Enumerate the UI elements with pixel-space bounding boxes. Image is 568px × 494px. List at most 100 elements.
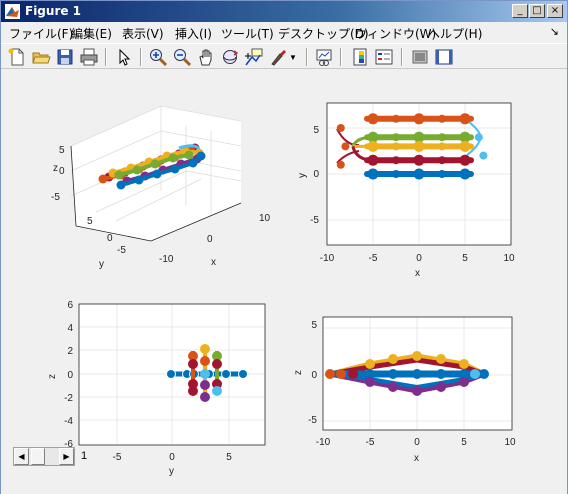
menu-edit[interactable]: 編集(E): [71, 25, 112, 42]
menu-file[interactable]: ファイル(F): [9, 25, 73, 42]
tick-x4-0: 0: [414, 437, 420, 448]
menu-window[interactable]: ウィンドウ(W): [355, 25, 436, 42]
axis-label-z4: z: [293, 370, 304, 375]
data-point: [188, 359, 198, 369]
data-cursor-icon[interactable]: [244, 47, 264, 67]
data-point: [168, 153, 178, 163]
data-point: [212, 359, 222, 369]
subplot-bottom-right[interactable]: 5 0 -5 -10 -5 0 5 10 x z: [293, 316, 516, 464]
data-point: [367, 154, 379, 166]
tick-x4-neg10: -10: [316, 437, 331, 448]
slider-thumb[interactable]: [31, 448, 45, 465]
tick-x3d-mid: 0: [207, 234, 213, 245]
data-point: [412, 386, 422, 396]
data-point: [438, 142, 446, 151]
close-button[interactable]: ×: [547, 4, 563, 18]
tick-x-neg5: -5: [369, 253, 378, 264]
zoom-in-icon[interactable]: [148, 47, 168, 67]
data-point: [479, 369, 489, 379]
tick-z-2: 2: [67, 346, 73, 357]
data-point: [325, 369, 335, 379]
axis-label-y-b: y: [169, 466, 174, 477]
tick-x-neg10: -10: [320, 253, 335, 264]
tick-z3d-mid: 0: [59, 166, 65, 177]
data-point: [341, 142, 350, 151]
data-point: [150, 159, 160, 169]
axis-label-x4: x: [414, 453, 419, 464]
slider-left-arrow[interactable]: ◀: [14, 448, 29, 465]
pan-hand-icon[interactable]: [196, 47, 216, 67]
save-icon[interactable]: [55, 47, 75, 67]
menu-help[interactable]: ヘルプ(H): [428, 25, 482, 42]
data-point: [184, 150, 194, 160]
toolbar-separator: [401, 48, 403, 66]
tick-z3d-top: 5: [59, 145, 65, 156]
tick-y-5-b: 5: [226, 452, 232, 463]
tick-z-neg2: -2: [64, 393, 73, 404]
data-point: [459, 131, 471, 143]
menu-bar: ファイル(F) 編集(E) 表示(V) 挿入(I) ツール(T) デスクトップ(…: [1, 22, 567, 42]
zoom-out-icon[interactable]: [172, 47, 192, 67]
data-point: [114, 170, 124, 180]
menu-tools[interactable]: ツール(T): [221, 25, 274, 42]
link-plot-icon[interactable]: [314, 47, 334, 67]
data-point: [116, 180, 126, 190]
data-point: [336, 369, 346, 379]
window-title: Figure 1: [25, 4, 82, 18]
print-icon[interactable]: [79, 47, 99, 67]
data-point: [367, 113, 379, 125]
data-point: [438, 133, 446, 142]
data-point: [388, 382, 398, 392]
data-point: [436, 382, 446, 392]
legend-icon[interactable]: [374, 47, 394, 67]
data-point: [474, 133, 483, 142]
subplot-bottom-left[interactable]: 6 4 2 0 -2 -4 -6 -5 0 5 y z: [47, 300, 266, 477]
data-point: [459, 140, 471, 152]
data-point: [459, 113, 471, 125]
data-point: [200, 380, 210, 390]
data-point: [413, 168, 425, 180]
data-point: [438, 114, 446, 123]
brush-dropdown-icon[interactable]: ▼: [289, 53, 297, 62]
data-point: [367, 131, 379, 143]
axis-label-z3d: z: [53, 163, 58, 174]
data-point: [392, 133, 400, 142]
tick-y-neg5-b: -5: [113, 452, 122, 463]
hide-plot-tools-icon[interactable]: [410, 47, 430, 67]
data-point: [459, 154, 471, 166]
data-point: [438, 170, 446, 178]
colorbar-icon[interactable]: [350, 47, 370, 67]
pointer-icon[interactable]: [114, 47, 134, 67]
new-file-icon[interactable]: [7, 47, 27, 67]
tick-z-4: 4: [67, 323, 73, 334]
data-point: [459, 168, 471, 180]
data-point: [238, 369, 248, 379]
data-point: [413, 131, 425, 143]
frame-slider[interactable]: ◀ ▶: [13, 447, 75, 466]
data-point: [413, 140, 425, 152]
title-bar[interactable]: Figure 1 _ □ ×: [1, 1, 567, 22]
figure-canvas[interactable]: z 5 0 -5 5 0 -5 y -10 0 10 x -10 -5 0 5 …: [1, 70, 567, 494]
subplot-3d[interactable]: z 5 0 -5 5 0 -5 y -10 0 10 x: [51, 105, 271, 270]
show-plot-tools-icon[interactable]: [434, 47, 454, 67]
menu-insert[interactable]: 挿入(I): [175, 25, 212, 42]
open-folder-icon[interactable]: [31, 47, 51, 67]
brush-icon[interactable]: [268, 47, 288, 67]
slider-right-arrow[interactable]: ▶: [59, 448, 74, 465]
axis-label-z-b: z: [47, 374, 58, 379]
data-point: [413, 113, 425, 125]
tick-z-neg4: -4: [64, 416, 73, 427]
menu-view[interactable]: 表示(V): [122, 25, 164, 42]
tick-z4-0: 0: [311, 370, 317, 381]
maximize-button[interactable]: □: [529, 4, 545, 18]
dock-arrow-icon[interactable]: ↘: [550, 25, 559, 38]
data-point: [459, 377, 469, 387]
minimize-button[interactable]: _: [512, 4, 528, 18]
subplot-top-right[interactable]: -10 -5 0 5 10 5 0 -5 x y: [297, 102, 515, 279]
data-point: [212, 386, 222, 396]
data-point: [388, 354, 398, 364]
data-point: [188, 386, 198, 396]
rotate-3d-icon[interactable]: [220, 47, 240, 67]
data-point: [336, 160, 345, 169]
data-point: [200, 344, 210, 354]
